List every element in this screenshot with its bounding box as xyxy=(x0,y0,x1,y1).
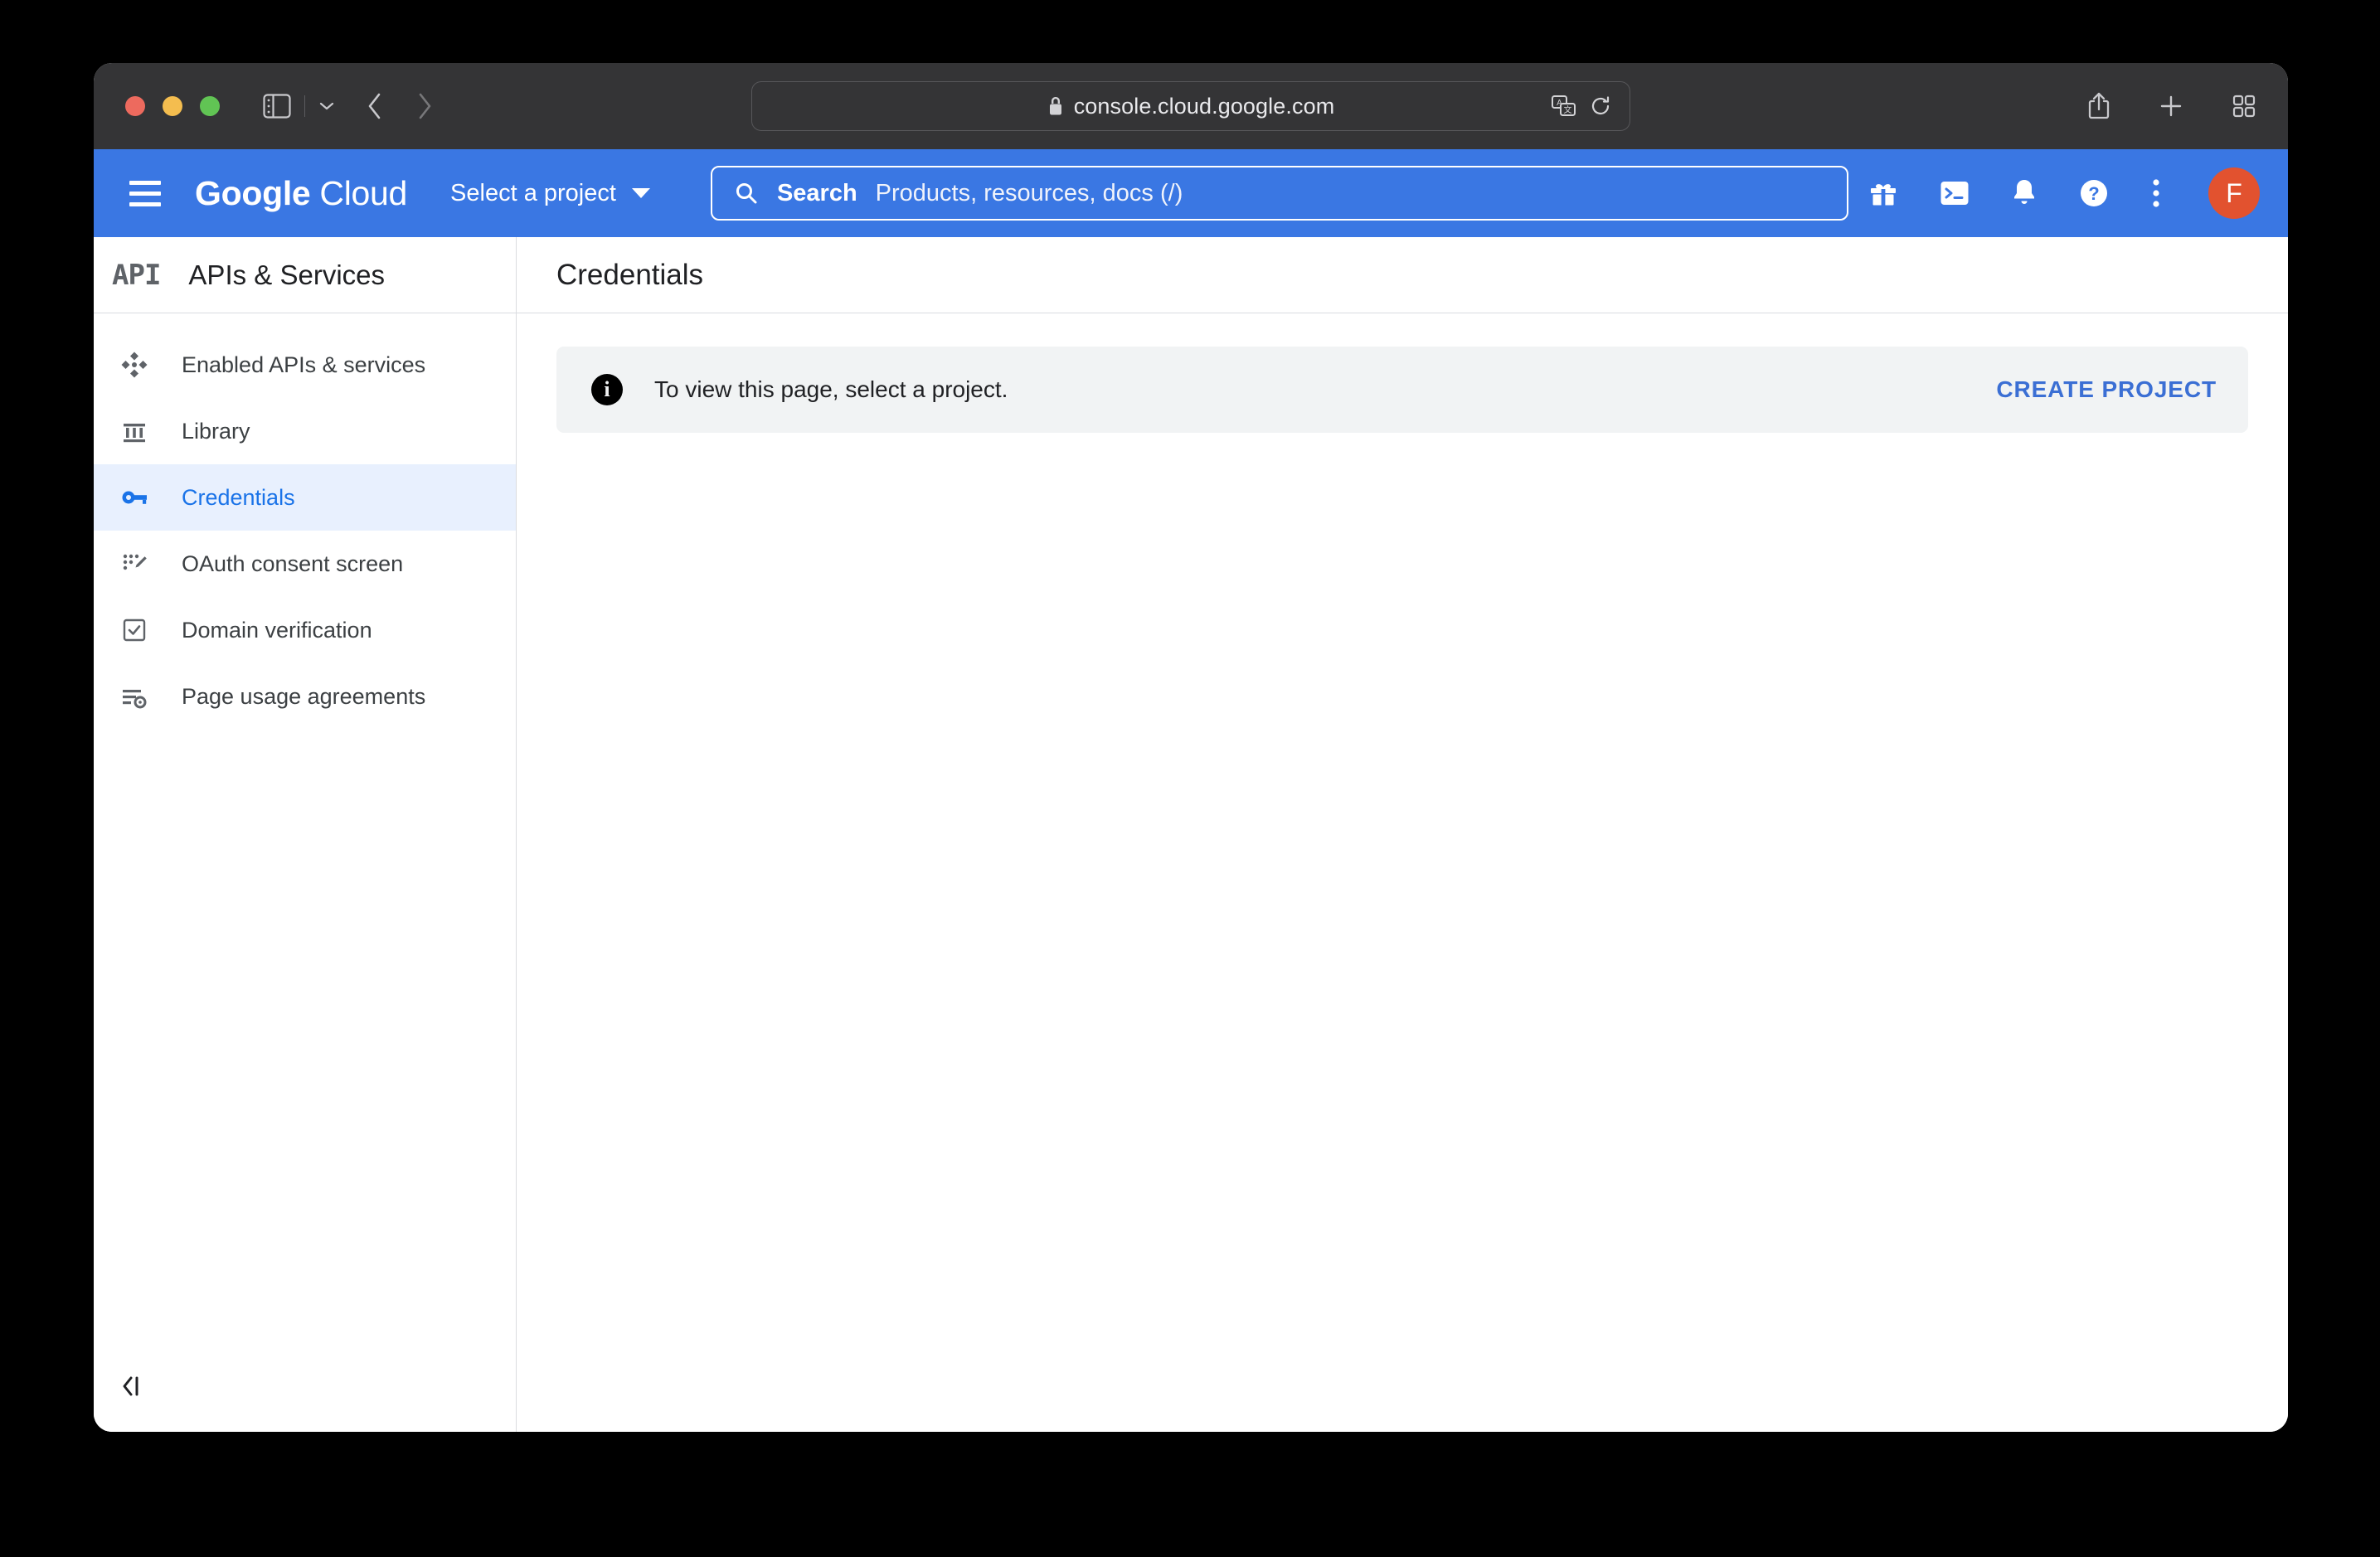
google-cloud-logo[interactable]: Google Cloud xyxy=(195,174,407,213)
sidebar-item-oauth-consent-screen[interactable]: OAuth consent screen xyxy=(94,531,516,597)
sidebar-item-page-usage-agreements[interactable]: Page usage agreements xyxy=(94,663,516,730)
brand-cloud: Cloud xyxy=(319,173,408,212)
sidebar-item-label: Page usage agreements xyxy=(182,683,426,709)
bell-icon[interactable] xyxy=(2011,178,2038,208)
translate-icon[interactable]: A 文 xyxy=(1552,95,1576,117)
sidebar-nav: Enabled APIs & services Library Credenti… xyxy=(94,313,516,1341)
api-logo: API xyxy=(112,258,161,292)
browser-sidebar-toggle-group xyxy=(263,94,335,119)
sidebar-item-library[interactable]: Library xyxy=(94,398,516,464)
forward-arrow-icon xyxy=(416,92,433,120)
window-traffic-lights xyxy=(125,96,220,116)
browser-window: console.cloud.google.com A 文 Google Clou… xyxy=(94,63,2288,1432)
collapse-sidebar-button[interactable] xyxy=(119,1374,147,1399)
library-icon xyxy=(117,417,152,445)
project-selector-label: Select a project xyxy=(450,179,616,206)
cloud-shell-icon[interactable] xyxy=(1940,180,1970,206)
svg-text:?: ? xyxy=(2088,183,2099,204)
sidebar-toggle-icon[interactable] xyxy=(263,94,291,119)
info-banner-message: To view this page, select a project. xyxy=(654,376,1008,402)
chevron-down-icon[interactable] xyxy=(318,100,335,112)
oauth-consent-icon xyxy=(117,550,152,578)
page-title: Credentials xyxy=(556,258,704,291)
sidebar: API APIs & Services Enabled APIs & servi… xyxy=(94,237,517,1432)
header-actions: ? F xyxy=(1868,167,2260,219)
avatar[interactable]: F xyxy=(2208,167,2260,219)
sidebar-item-credentials[interactable]: Credentials xyxy=(94,464,516,531)
reload-icon[interactable] xyxy=(1590,95,1611,117)
close-button[interactable] xyxy=(125,96,145,116)
sidebar-item-label: Library xyxy=(182,418,250,444)
help-icon[interactable]: ? xyxy=(2079,178,2109,208)
avatar-initial: F xyxy=(2226,177,2242,208)
sidebar-item-label: OAuth consent screen xyxy=(182,551,404,576)
lock-icon xyxy=(1047,96,1064,117)
info-icon: i xyxy=(591,374,623,405)
browser-nav-buttons xyxy=(367,92,433,120)
chevron-down-icon xyxy=(631,188,650,198)
sidebar-footer xyxy=(94,1341,516,1432)
browser-toolbar: console.cloud.google.com A 文 xyxy=(94,63,2288,149)
browser-toolbar-right xyxy=(2087,92,2256,120)
main-menu-button[interactable] xyxy=(119,167,172,220)
toolbar-divider xyxy=(304,95,305,117)
sidebar-item-label: Domain verification xyxy=(182,617,372,643)
share-icon[interactable] xyxy=(2087,92,2110,120)
minimize-button[interactable] xyxy=(163,96,182,116)
sidebar-item-label: Enabled APIs & services xyxy=(182,352,426,377)
svg-text:文: 文 xyxy=(1564,104,1572,115)
plus-icon[interactable] xyxy=(2159,94,2183,119)
main-content-area: Credentials i To view this page, select … xyxy=(517,237,2288,1432)
gcp-header: Google Cloud Select a project Search Pro… xyxy=(94,149,2288,237)
key-icon xyxy=(117,483,152,512)
page-usage-agreements-icon xyxy=(117,682,152,711)
address-bar[interactable]: console.cloud.google.com A 文 xyxy=(751,81,1630,131)
tab-overview-icon[interactable] xyxy=(2232,94,2256,119)
project-selector[interactable]: Select a project xyxy=(450,180,650,207)
create-project-button[interactable]: CREATE PROJECT xyxy=(1996,376,2217,403)
domain-verification-icon xyxy=(117,616,152,644)
back-arrow-icon[interactable] xyxy=(367,92,383,120)
address-bar-text: console.cloud.google.com xyxy=(1073,93,1335,119)
sidebar-item-label: Credentials xyxy=(182,484,295,510)
search-icon xyxy=(734,181,759,206)
sidebar-item-domain-verification[interactable]: Domain verification xyxy=(94,597,516,663)
more-vert-icon[interactable] xyxy=(2150,177,2162,210)
search-placeholder: Products, resources, docs (/) xyxy=(875,179,1183,206)
info-banner: i To view this page, select a project. C… xyxy=(556,347,2248,433)
enabled-apis-icon xyxy=(117,351,152,379)
address-bar-actions: A 文 xyxy=(1552,95,1611,117)
brand-google: Google xyxy=(195,173,311,212)
sidebar-header: API APIs & Services xyxy=(94,237,516,313)
console-body: API APIs & Services Enabled APIs & servi… xyxy=(94,237,2288,1432)
zoom-button[interactable] xyxy=(200,96,220,116)
sidebar-title: APIs & Services xyxy=(188,259,385,290)
search-label: Search xyxy=(776,179,857,206)
search-input[interactable]: Search Products, resources, docs (/) xyxy=(710,166,1848,221)
sidebar-item-enabled-apis[interactable]: Enabled APIs & services xyxy=(94,332,516,398)
main-header: Credentials xyxy=(517,237,2288,313)
main-body: i To view this page, select a project. C… xyxy=(517,313,2288,1432)
gift-icon[interactable] xyxy=(1868,178,1898,208)
